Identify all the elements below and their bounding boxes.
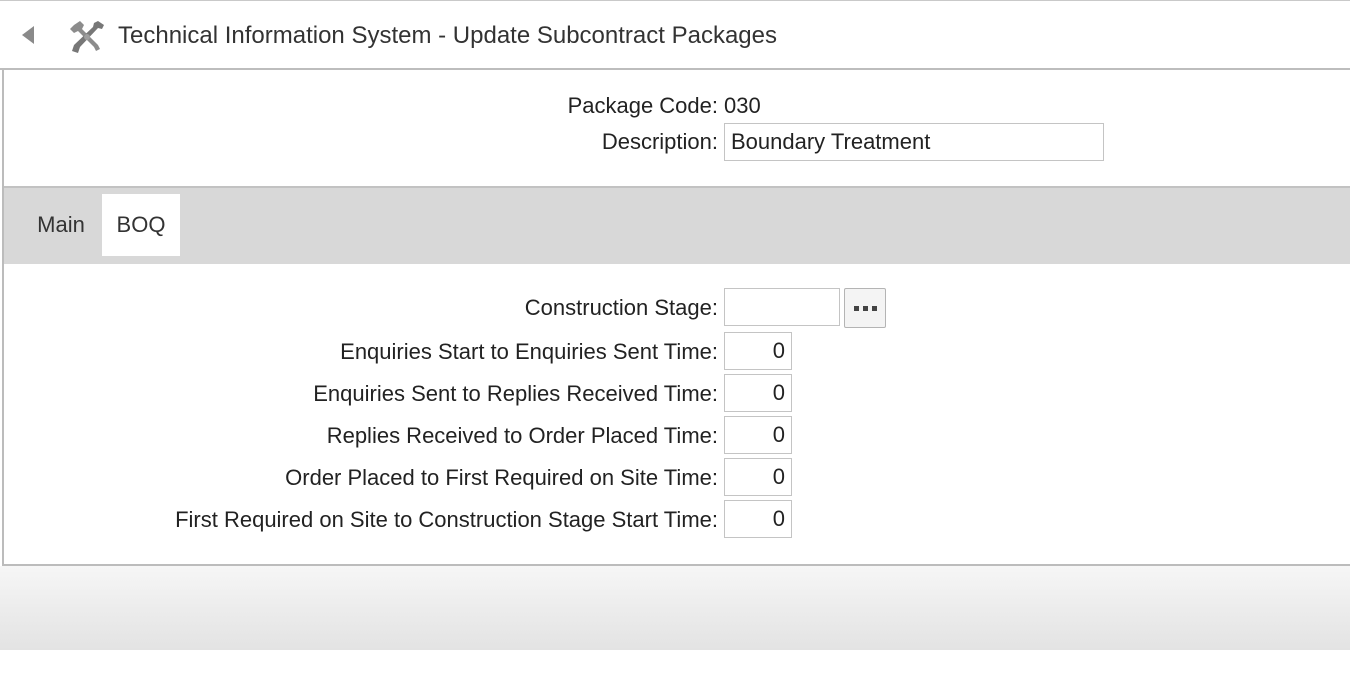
replies-to-order-label: Replies Received to Order Placed Time: xyxy=(326,423,718,448)
enquiries-start-to-sent-label: Enquiries Start to Enquiries Sent Time: xyxy=(340,339,718,364)
replies-to-order-field[interactable] xyxy=(724,416,792,454)
enquiries-sent-to-replies-label: Enquiries Sent to Replies Received Time: xyxy=(313,381,718,406)
package-code-value: 030 xyxy=(724,93,761,118)
back-arrow-icon[interactable] xyxy=(14,21,42,49)
description-label: Description: xyxy=(601,129,718,154)
tab-boq[interactable]: BOQ xyxy=(102,194,180,256)
tab-bar: Main BOQ xyxy=(4,186,1350,264)
form-frame: Package Code: 030 Description: Main BOQ … xyxy=(2,70,1350,566)
enquiries-start-to-sent-field[interactable] xyxy=(724,332,792,370)
site-to-stage-start-label: First Required on Site to Construction S… xyxy=(175,507,718,532)
order-to-site-field[interactable] xyxy=(724,458,792,496)
package-header: Package Code: 030 Description: xyxy=(4,70,1350,186)
title-bar: Technical Information System - Update Su… xyxy=(0,0,1350,70)
construction-stage-label: Construction Stage: xyxy=(524,295,718,320)
footer-bar xyxy=(0,566,1350,650)
description-field[interactable] xyxy=(724,123,1104,161)
tab-main[interactable]: Main xyxy=(24,194,98,256)
site-to-stage-start-field[interactable] xyxy=(724,500,792,538)
window-title: Technical Information System - Update Su… xyxy=(118,22,777,49)
ellipsis-icon[interactable] xyxy=(844,288,886,328)
enquiries-sent-to-replies-field[interactable] xyxy=(724,374,792,412)
order-to-site-label: Order Placed to First Required on Site T… xyxy=(285,465,718,490)
boq-panel: Construction Stage: Enquiries Start to E… xyxy=(4,264,1350,564)
tools-icon xyxy=(68,19,106,55)
package-code-label: Package Code: xyxy=(567,93,718,118)
construction-stage-field[interactable] xyxy=(724,288,840,326)
